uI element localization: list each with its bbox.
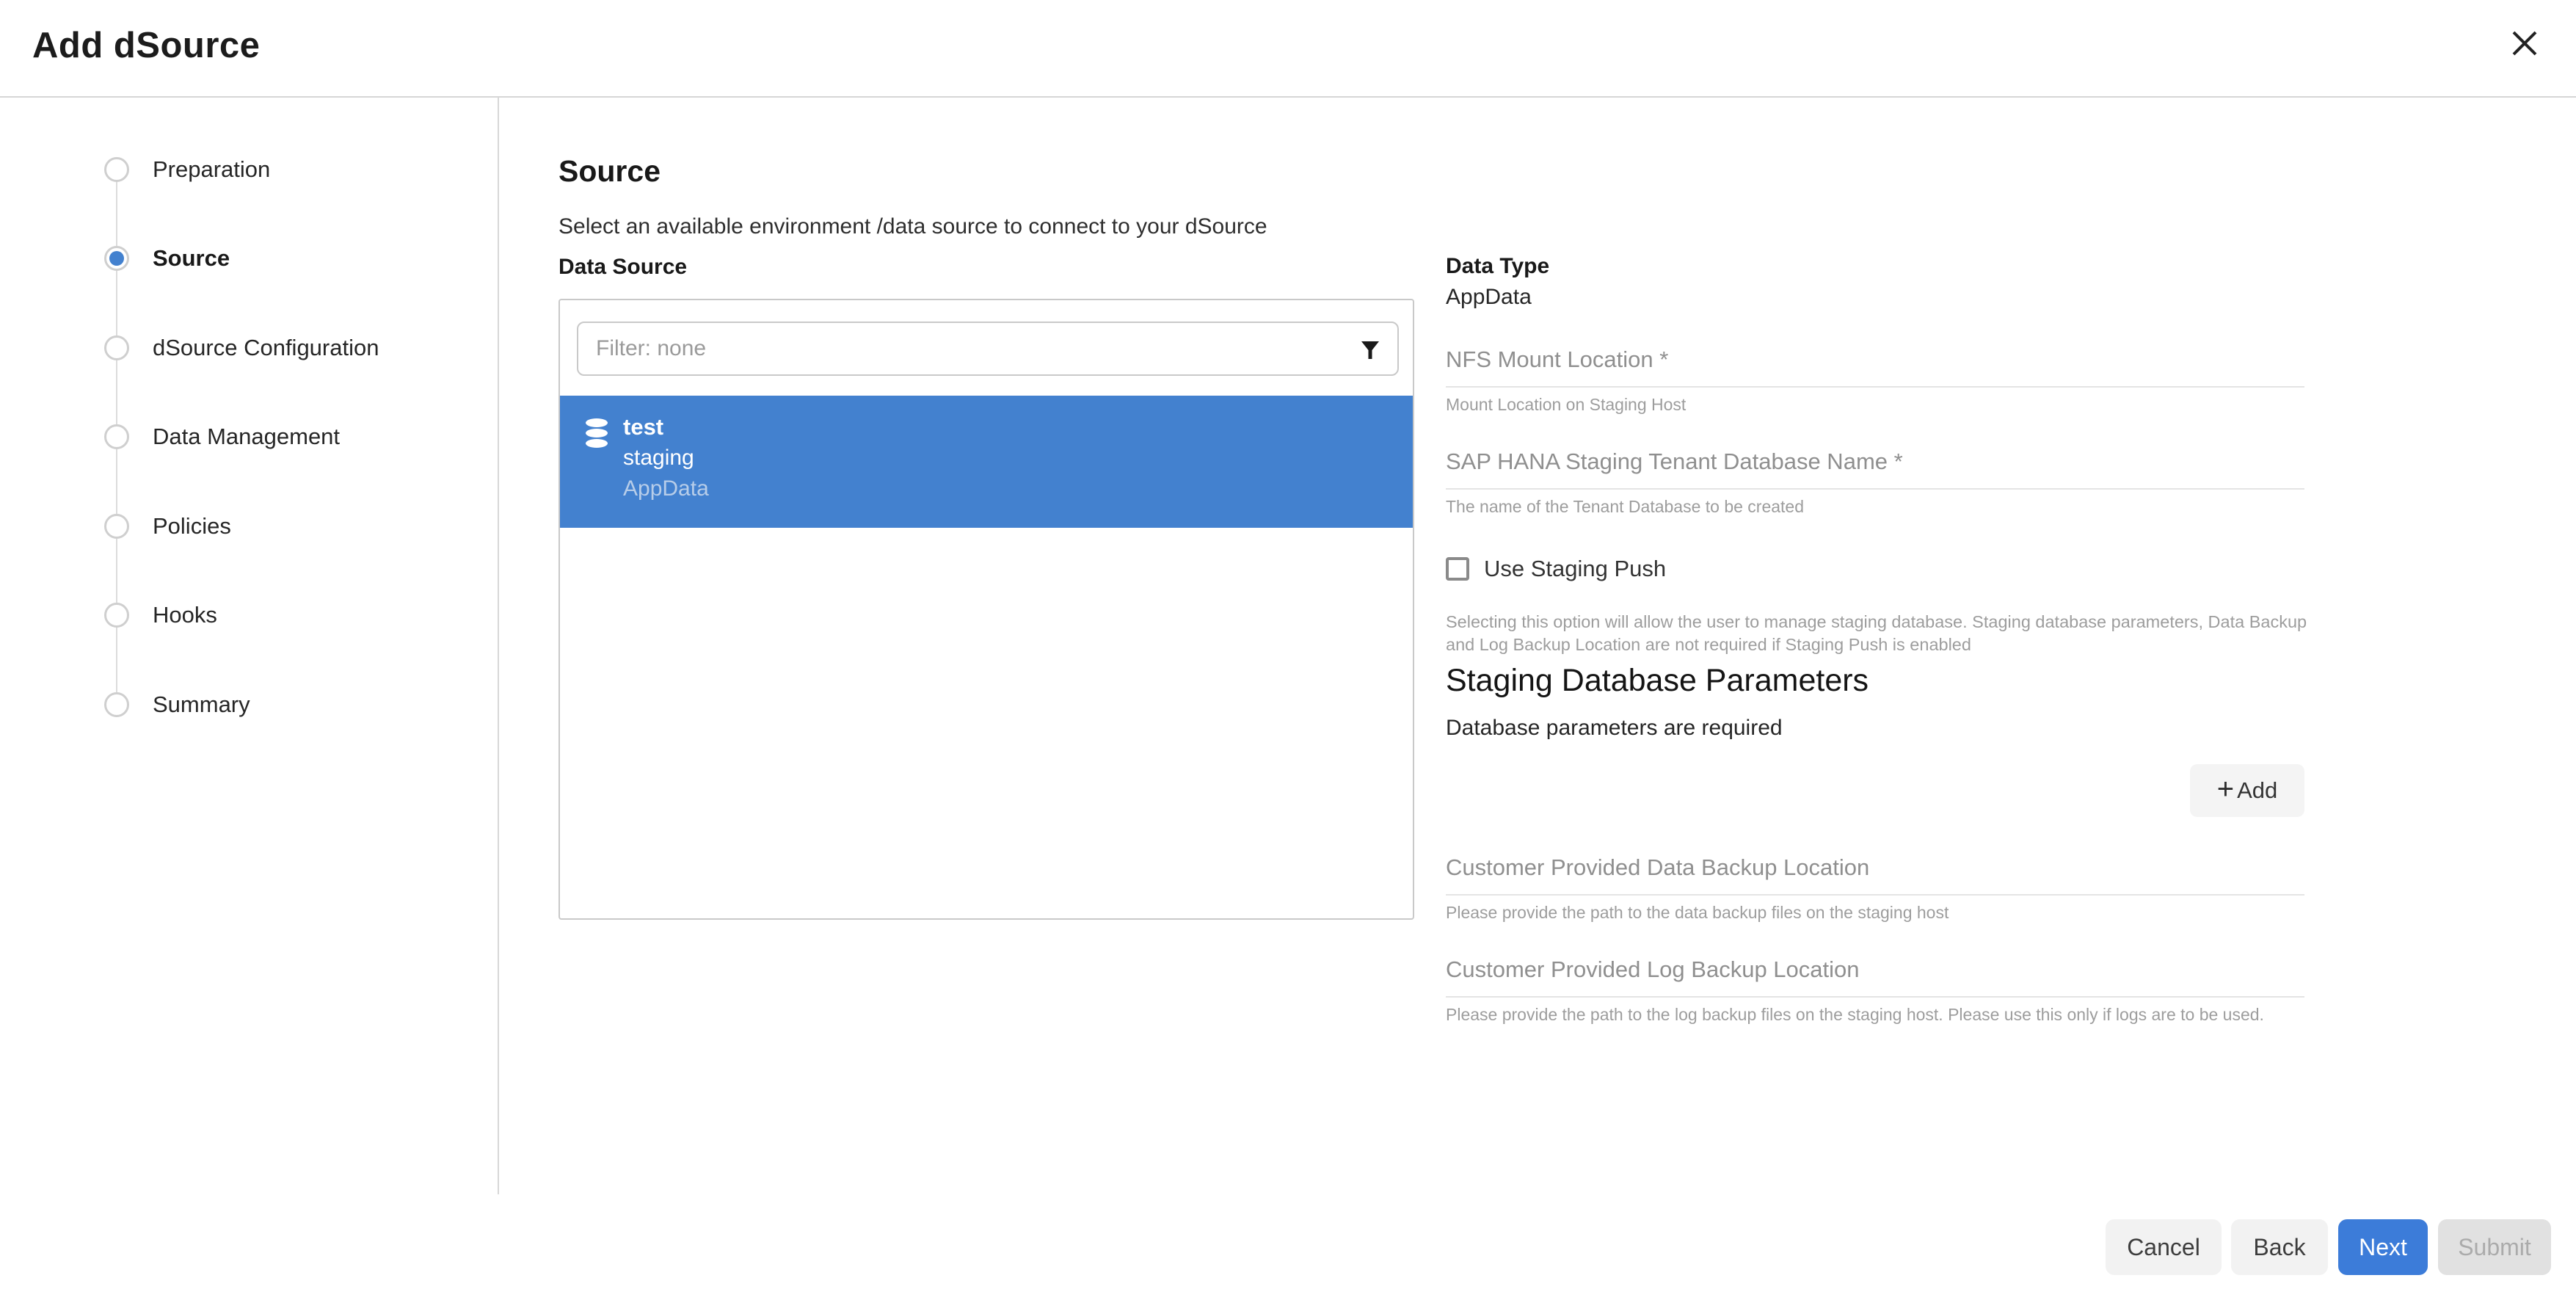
plus-icon: + xyxy=(2217,774,2234,804)
tenant-db-field-group: The name of the Tenant Database to be cr… xyxy=(1446,438,2304,517)
log-backup-field-group: Please provide the path to the log backu… xyxy=(1446,946,2304,1025)
database-icon xyxy=(583,418,610,452)
nfs-mount-location-input[interactable] xyxy=(1446,336,2304,388)
back-button[interactable]: Back xyxy=(2231,1219,2328,1275)
sidebar-item-preparation[interactable]: Preparation xyxy=(153,156,270,184)
data-source-name: test xyxy=(623,412,709,443)
filter-input[interactable] xyxy=(578,323,1397,374)
use-staging-push-checkbox[interactable] xyxy=(1446,557,1469,581)
staging-db-params-heading: Staging Database Parameters xyxy=(1446,663,1869,699)
data-type-label: Data Type xyxy=(1446,254,1549,279)
data-source-list: test staging AppData xyxy=(559,299,1414,920)
data-source-item-selected[interactable]: test staging AppData xyxy=(560,396,1413,528)
log-backup-helper-text: Please provide the path to the log backu… xyxy=(1446,1005,2304,1025)
sidebar-item-data-management[interactable]: Data Management xyxy=(153,423,340,451)
step-circle-policies[interactable] xyxy=(104,514,129,539)
page-description: Select an available environment /data so… xyxy=(559,214,1267,239)
step-circle-hooks[interactable] xyxy=(104,603,129,628)
nfs-mount-helper-text: Mount Location on Staging Host xyxy=(1446,395,2304,415)
close-icon xyxy=(2507,26,2542,63)
step-circle-source[interactable] xyxy=(104,246,129,271)
step-circle-dsource-configuration[interactable] xyxy=(104,335,129,360)
data-source-type: AppData xyxy=(623,473,709,504)
tenant-database-name-input[interactable] xyxy=(1446,438,2304,490)
nfs-mount-field-group: Mount Location on Staging Host xyxy=(1446,336,2304,415)
data-source-environment: staging xyxy=(623,443,709,473)
add-parameter-button[interactable]: + Add xyxy=(2190,764,2304,817)
data-backup-location-input[interactable] xyxy=(1446,844,2304,896)
add-dsource-dialog: Add dSource Preparation Source dSource C… xyxy=(0,0,2576,1289)
submit-button[interactable]: Submit xyxy=(2438,1219,2551,1275)
log-backup-location-input[interactable] xyxy=(1446,946,2304,998)
data-source-item-text: test staging AppData xyxy=(623,412,709,504)
sidebar-divider xyxy=(498,98,499,1194)
close-button[interactable] xyxy=(2501,21,2548,68)
data-backup-helper-text: Please provide the path to the data back… xyxy=(1446,903,2304,923)
tenant-db-helper-text: The name of the Tenant Database to be cr… xyxy=(1446,497,2304,517)
staging-push-description: Selecting this option will allow the use… xyxy=(1446,611,2323,656)
staging-push-row: Use Staging Push xyxy=(1446,556,1666,582)
use-staging-push-label[interactable]: Use Staging Push xyxy=(1484,556,1666,582)
sidebar-item-summary[interactable]: Summary xyxy=(153,691,250,719)
sidebar-item-source[interactable]: Source xyxy=(153,244,230,272)
cancel-button[interactable]: Cancel xyxy=(2106,1219,2222,1275)
data-source-label: Data Source xyxy=(559,255,687,280)
next-button[interactable]: Next xyxy=(2338,1219,2428,1275)
dialog-header: Add dSource xyxy=(0,0,2576,98)
staging-db-params-note: Database parameters are required xyxy=(1446,716,1783,741)
step-circle-data-management[interactable] xyxy=(104,424,129,449)
data-type-value: AppData xyxy=(1446,285,1532,310)
add-button-label: Add xyxy=(2237,777,2277,804)
page-title: Source xyxy=(559,154,661,189)
filter-icon xyxy=(1359,339,1381,365)
data-backup-field-group: Please provide the path to the data back… xyxy=(1446,844,2304,923)
sidebar-item-hooks[interactable]: Hooks xyxy=(153,601,217,629)
step-circle-preparation[interactable] xyxy=(104,157,129,182)
dialog-title: Add dSource xyxy=(32,25,260,66)
sidebar-item-dsource-configuration[interactable]: dSource Configuration xyxy=(153,334,379,362)
filter-field xyxy=(577,322,1399,376)
sidebar-item-policies[interactable]: Policies xyxy=(153,512,231,540)
step-circle-summary[interactable] xyxy=(104,692,129,717)
